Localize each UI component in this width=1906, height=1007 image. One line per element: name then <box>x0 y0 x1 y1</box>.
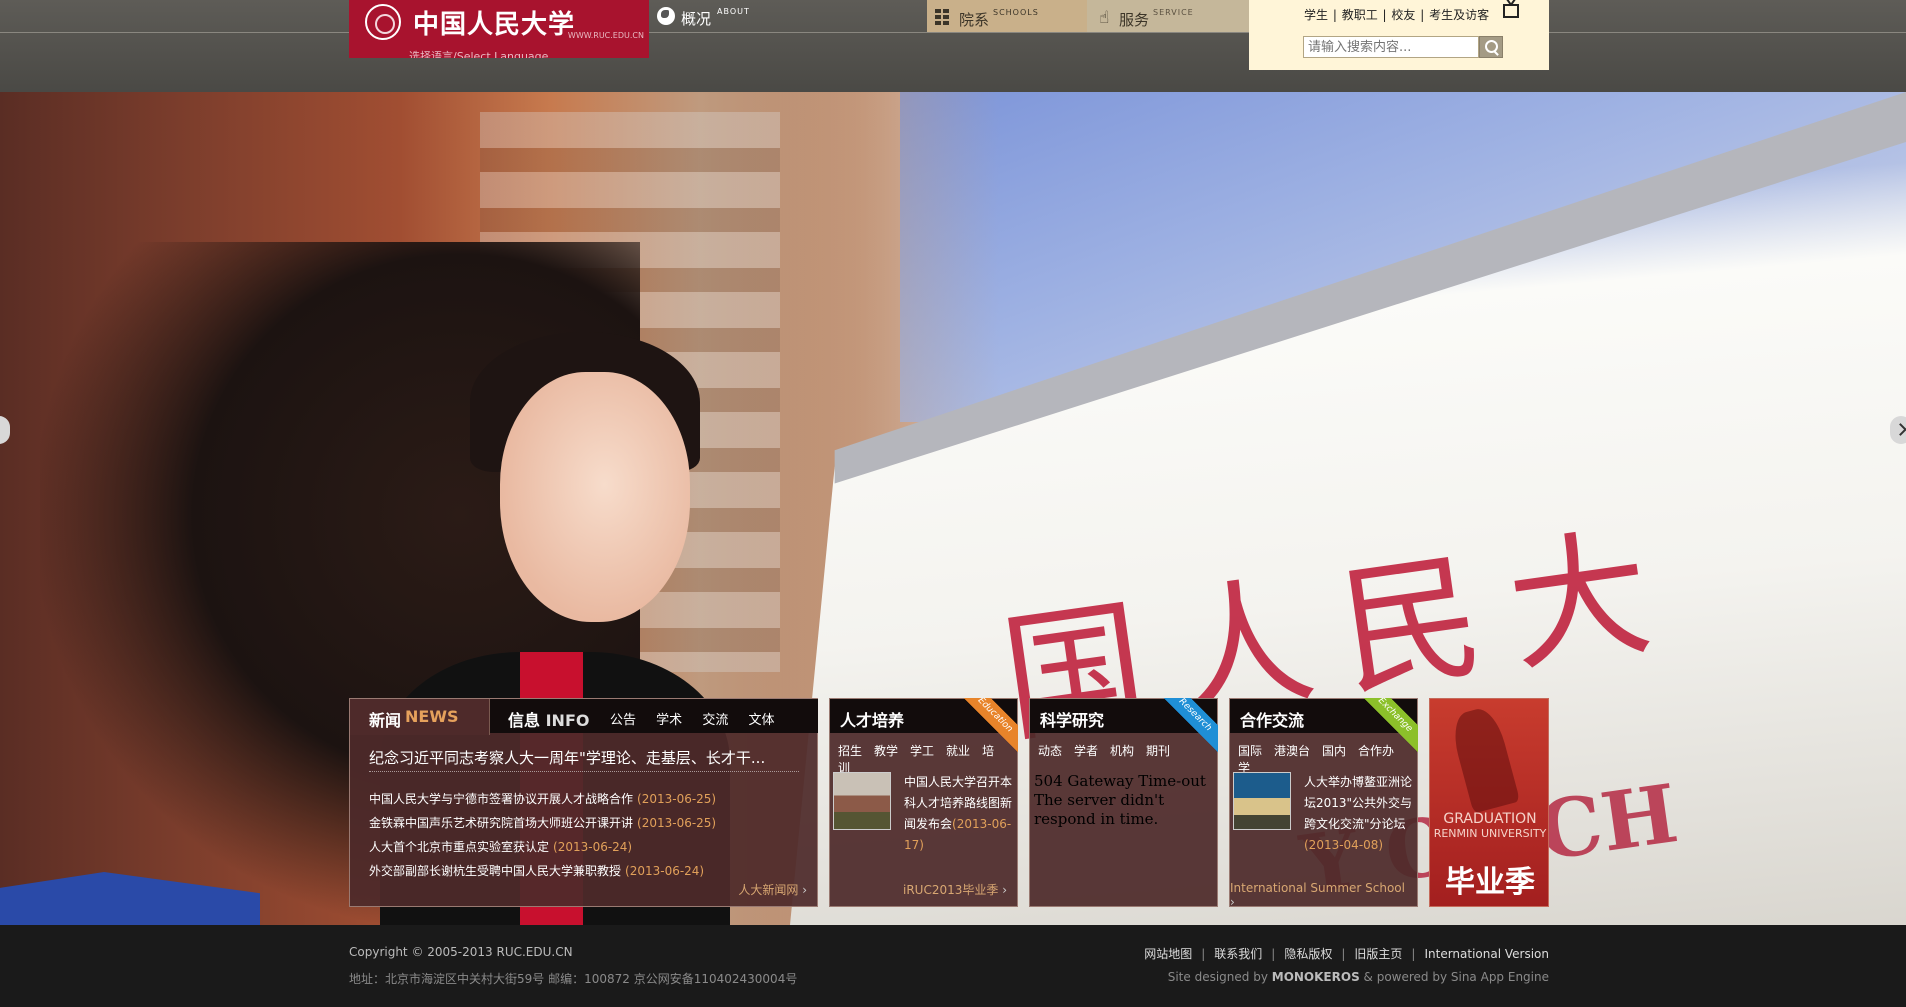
education-panel: 人才培养 Education 招生 教学 学工 就业 培训 中国人民大学召开本科人才培养… <box>829 698 1018 907</box>
exchange-title[interactable]: 合作交流 <box>1240 707 1304 731</box>
audience-links: 学生 | 教职工 | 校友 | 考生及访客 <box>1304 8 1490 22</box>
arrow-right-icon[interactable] <box>1890 416 1906 444</box>
nav-about-label: 概况 <box>681 10 712 28</box>
news-subtabs: 公告 学术 交流 文体 <box>610 709 790 728</box>
university-logo[interactable]: 中国人民大学 WWW.RUC.EDU.CN 选择语言/Select Langua… <box>349 0 649 58</box>
logo-name: 中国人民大学 <box>413 10 576 40</box>
subtab-exchange[interactable]: 交流 <box>702 713 728 728</box>
exchange-story[interactable]: 人大举办博鳌亚洲论坛2013"公共外交与跨文化交流"分论坛 (2013-04-08… <box>1304 772 1420 856</box>
globe-icon <box>657 7 675 25</box>
gateway-error-message: 504 Gateway Time-out The server didn't r… <box>1034 772 1206 828</box>
research-subtabs: 动态 学者 机构 期刊 <box>1038 744 1171 758</box>
student-photo <box>500 372 690 622</box>
news-list: 中国人民大学与宁德市签署协议开展人才战略合作 (2013-06-25) 金铁霖中国… <box>369 787 716 883</box>
footer-link-sitemap[interactable]: 网站地图 <box>1144 947 1192 961</box>
education-title[interactable]: 人才培养 <box>840 707 904 731</box>
footer-links: 网站地图 | 联系我们 | 隐私版权 | 旧版主页 | International Versio… <box>1144 947 1549 961</box>
user-box: 学生 | 教职工 | 校友 | 考生及访客 <box>1249 0 1549 70</box>
exchange-subtabs: 国际 港澳台 国内 合作办学 <box>1238 744 1395 775</box>
subtab-notice[interactable]: 公告 <box>610 713 636 728</box>
address: 地址：北京市海淀区中关村大街59号 邮编：100872 京公网安备1104024… <box>349 972 798 986</box>
link-visitors[interactable]: 考生及访客 <box>1429 8 1489 22</box>
university-seal-icon <box>365 4 401 40</box>
divider <box>369 771 799 772</box>
tab-news[interactable]: 新闻 NEWS <box>350 699 490 735</box>
nav-service-en: SERVICE <box>1153 8 1194 17</box>
nav-schools-label: 院系 <box>959 11 990 29</box>
link-alumni[interactable]: 校友 <box>1391 8 1415 22</box>
news-more-link[interactable]: 人大新闻网 <box>738 881 807 898</box>
link-students[interactable]: 学生 <box>1304 8 1328 22</box>
link-staff[interactable]: 教职工 <box>1342 8 1378 22</box>
search-input[interactable] <box>1303 36 1479 58</box>
copyright: Copyright © 2005-2013 RUC.EDU.CN <box>349 945 573 959</box>
list-item[interactable]: 金铁霖中国声乐艺术研究院首场大师班公开课开讲 (2013-06-25) <box>369 811 716 835</box>
tab-info[interactable]: 信息 INFO <box>508 707 589 731</box>
education-more-link[interactable]: iRUC2013毕业季 <box>903 881 1007 898</box>
list-item[interactable]: 外交部副部长谢杭生受聘中国人民大学兼职教授 (2013-06-24) <box>369 859 716 883</box>
site-credit: Site designed by MONOKEROS & powered by … <box>1167 970 1549 984</box>
education-subtabs: 招生 教学 学工 就业 培训 <box>838 744 995 775</box>
hand-icon: ☝ <box>1099 8 1110 28</box>
nav-about-en: ABOUT <box>717 7 750 16</box>
subtab-culture[interactable]: 文体 <box>748 713 774 728</box>
research-panel: 科学研究 Research 动态 学者 机构 期刊 504 Gateway Time-… <box>1029 698 1218 907</box>
nav-schools-en: SCHOOLS <box>993 8 1039 17</box>
research-title[interactable]: 科学研究 <box>1040 707 1104 731</box>
language-select[interactable]: 选择语言/Select Language <box>409 48 548 58</box>
grid-icon <box>935 9 951 25</box>
exchange-panel: 合作交流 Exchange 国际 港澳台 国内 合作办学 人大举办博鳌亚洲论坛2013… <box>1229 698 1418 907</box>
nav-about[interactable]: 概况 ABOUT <box>655 0 755 32</box>
news-headline[interactable]: 纪念习近平同志考察人大一周年"学理论、走基层、长才干... <box>369 747 799 768</box>
nav-service[interactable]: ☝ 服务 SERVICE <box>1087 0 1249 32</box>
list-item[interactable]: 中国人民大学与宁德市签署协议开展人才战略合作 (2013-06-25) <box>369 787 716 811</box>
top-rule <box>0 32 1906 33</box>
nav-service-label: 服务 <box>1119 11 1150 29</box>
nav-schools[interactable]: 院系 SCHOOLS <box>927 0 1087 32</box>
jumping-graduate-figure <box>1447 704 1521 814</box>
footer: Copyright © 2005-2013 RUC.EDU.CN 地址：北京市海… <box>0 925 1906 1007</box>
footer-link-privacy[interactable]: 隐私版权 <box>1284 947 1332 961</box>
footer-link-contact[interactable]: 联系我们 <box>1214 947 1262 961</box>
exchange-more-link[interactable]: International Summer School <box>1230 881 1407 909</box>
list-item[interactable]: 人大首个北京市重点实验室获认定 (2013-06-24) <box>369 835 716 859</box>
graduation-banner[interactable]: GRADUATION RENMIN UNIVERSITY 毕业季 <box>1429 698 1549 907</box>
news-panel: 新闻 NEWS 信息 INFO 公告 学术 交流 文体 纪念习近平同志考察人大一… <box>349 698 818 907</box>
search-icon[interactable] <box>1479 36 1503 58</box>
education-thumbnail[interactable] <box>833 772 891 830</box>
logo-domain: WWW.RUC.EDU.CN <box>567 31 644 40</box>
education-story[interactable]: 中国人民大学召开本科人才培养路线图新闻发布会(2013-06-17) <box>904 772 1020 856</box>
footer-link-international[interactable]: International Version <box>1424 947 1549 961</box>
tv-icon[interactable] <box>1503 4 1519 18</box>
footer-link-old-home[interactable]: 旧版主页 <box>1354 947 1402 961</box>
subtab-academic[interactable]: 学术 <box>656 713 682 728</box>
exchange-thumbnail[interactable] <box>1233 772 1291 830</box>
